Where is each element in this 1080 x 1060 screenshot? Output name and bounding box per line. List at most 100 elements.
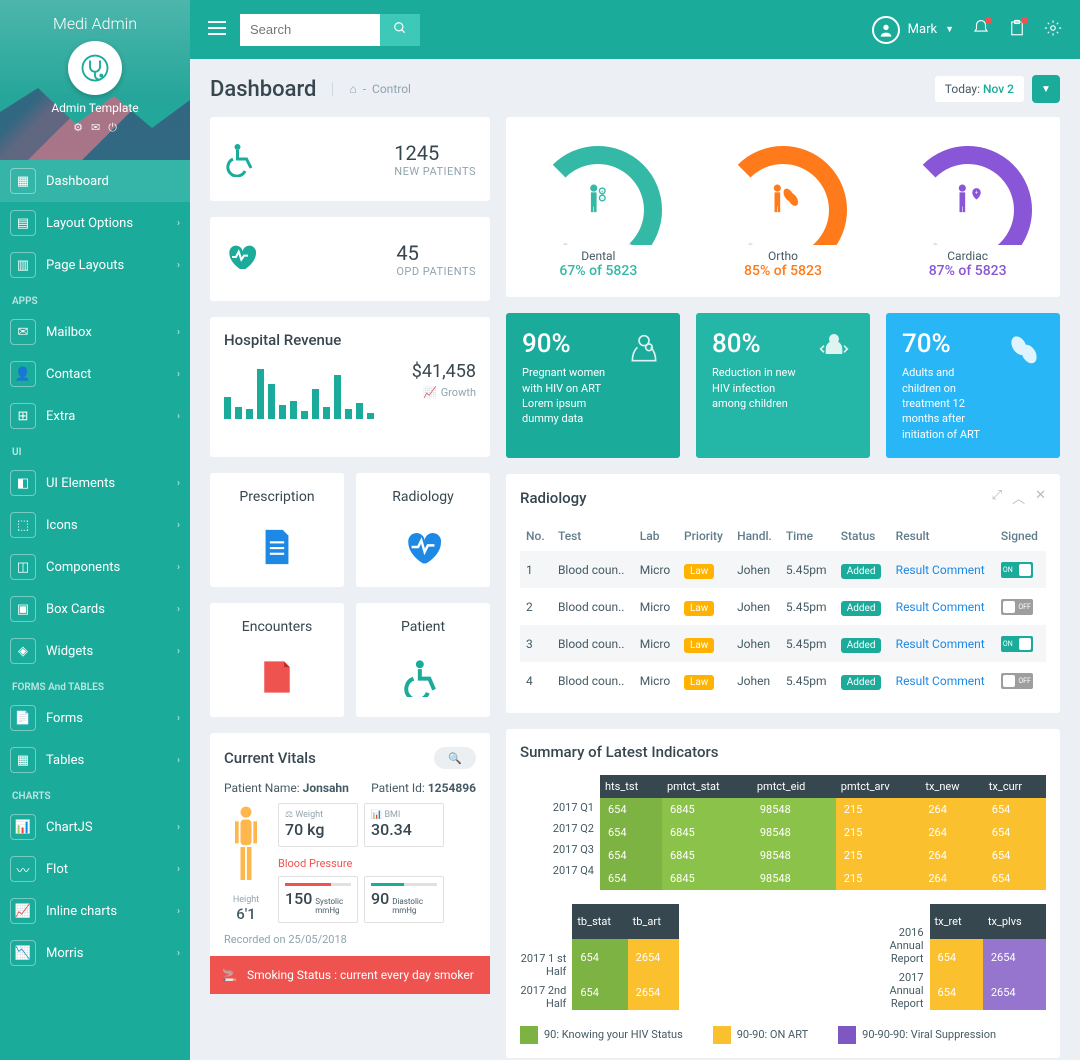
- nav-icon: ◧: [10, 470, 36, 496]
- user-name: Mark: [908, 22, 937, 37]
- nav-icon: ◫: [10, 554, 36, 580]
- stethoscope-icon: [80, 53, 110, 83]
- nav-item-contact[interactable]: 👤Contact›: [0, 353, 190, 395]
- chevron-right-icon: ›: [177, 478, 180, 489]
- power-icon[interactable]: ⏻: [108, 121, 117, 135]
- settings-icon[interactable]: [1044, 19, 1062, 41]
- wheelchair-icon: [224, 141, 260, 177]
- search-icon: [393, 21, 407, 35]
- result-link[interactable]: Result Comment: [896, 600, 985, 614]
- nav-item-box-cards[interactable]: ▣Box Cards›: [0, 588, 190, 630]
- mini-prescription[interactable]: Prescription: [210, 473, 344, 587]
- revenue-card: Hospital Revenue $41,458 📈Growth: [210, 317, 490, 457]
- result-link[interactable]: Result Comment: [896, 674, 985, 688]
- stat-new-patients: 1245NEW PATIENTS: [210, 117, 490, 201]
- breadcrumb: ⌂-Control: [332, 82, 411, 96]
- svg-text:−: −: [601, 197, 604, 202]
- signed-toggle[interactable]: ON: [1001, 636, 1033, 652]
- vitals-card: Current Vitals🔍 Patient Name: Jonsahn Pa…: [210, 733, 490, 994]
- chevron-right-icon: ›: [177, 755, 180, 766]
- expand-icon[interactable]: ⤢: [992, 488, 1002, 507]
- nav-icon: ▦: [10, 168, 36, 194]
- vitals-search[interactable]: 🔍: [434, 747, 476, 769]
- chevron-right-icon: ›: [177, 713, 180, 724]
- nav-item-layout-options[interactable]: ▤Layout Options›: [0, 202, 190, 244]
- nav-item-extra[interactable]: ⊞Extra›: [0, 395, 190, 437]
- chevron-right-icon: ›: [177, 327, 180, 338]
- chevron-down-icon: ▼: [945, 24, 954, 35]
- legend-item: 90-90-90: Viral Suppression: [838, 1026, 996, 1044]
- chevron-right-icon: ›: [177, 562, 180, 573]
- nav-icon: ▥: [10, 252, 36, 278]
- signed-toggle[interactable]: ON: [1001, 562, 1033, 578]
- avatar-title: Admin Template: [51, 101, 138, 115]
- settings-icon[interactable]: ⚙: [73, 121, 83, 135]
- nav-icon: 👤: [10, 361, 36, 387]
- mini-radiology[interactable]: Radiology: [356, 473, 490, 587]
- info-tile-0: 90%Pregnant women with HIV on ART Lorem …: [506, 313, 680, 458]
- heartbeat-icon: [224, 241, 260, 277]
- home-icon[interactable]: ⌂: [349, 82, 356, 96]
- search-input[interactable]: [240, 14, 380, 46]
- mail-icon[interactable]: ✉: [91, 121, 100, 135]
- gauge-dental: +− Dental 67% of 5823: [523, 135, 673, 279]
- nav-item-inline-charts[interactable]: 📈Inline charts›: [0, 890, 190, 932]
- search-button[interactable]: [380, 14, 420, 46]
- nav-item-widgets[interactable]: ◈Widgets›: [0, 630, 190, 672]
- notifications-icon[interactable]: [972, 19, 990, 41]
- revenue-bars: [224, 361, 412, 419]
- nav-icon: ▦: [10, 747, 36, 773]
- nav-item-ui-elements[interactable]: ◧UI Elements›: [0, 462, 190, 504]
- nav-icon: ▤: [10, 210, 36, 236]
- result-link[interactable]: Result Comment: [896, 563, 985, 577]
- nav-icon: ◈: [10, 638, 36, 664]
- nav-item-flot[interactable]: 〰Flot›: [0, 848, 190, 890]
- chevron-right-icon: ›: [177, 411, 180, 422]
- nav-item-forms[interactable]: 📄Forms›: [0, 697, 190, 739]
- nav-item-morris[interactable]: 📉Morris›: [0, 932, 190, 974]
- date-dropdown[interactable]: ▼: [1032, 75, 1060, 103]
- nav-icon: ▣: [10, 596, 36, 622]
- chevron-right-icon: ›: [177, 646, 180, 657]
- nav-icon: 〰: [10, 856, 36, 882]
- search: [240, 14, 420, 46]
- menu-toggle-icon[interactable]: [208, 21, 226, 39]
- table-row: 3Blood coun..MicroLawJohen5.45pmAddedRes…: [520, 625, 1046, 662]
- mini-encounters[interactable]: Encounters: [210, 603, 344, 717]
- info-tile-1: 80%Reduction in new HIV infection among …: [696, 313, 870, 458]
- nav-item-components[interactable]: ◫Components›: [0, 546, 190, 588]
- collapse-icon[interactable]: ︿: [1012, 488, 1025, 507]
- nav-item-mailbox[interactable]: ✉Mailbox›: [0, 311, 190, 353]
- user-avatar-icon: [872, 16, 900, 44]
- topbar: Mark ▼: [190, 0, 1080, 59]
- nav-section-ui: UI: [0, 437, 190, 462]
- user-menu[interactable]: Mark ▼: [872, 16, 954, 44]
- nav-item-tables[interactable]: ▦Tables›: [0, 739, 190, 781]
- info-tile-2: 70%Adults and children on treatment 12 m…: [886, 313, 1060, 458]
- page-title: Dashboard: [210, 77, 316, 102]
- nav-icon: ✉: [10, 319, 36, 345]
- svg-text:+: +: [975, 190, 978, 196]
- table-row: 2Blood coun..MicroLawJohen5.45pmAddedRes…: [520, 588, 1046, 625]
- avatar: [68, 41, 122, 95]
- chevron-right-icon: ›: [177, 864, 180, 875]
- mini-patient[interactable]: Patient: [356, 603, 490, 717]
- close-icon[interactable]: ✕: [1035, 488, 1046, 507]
- signed-toggle[interactable]: OFF: [1001, 599, 1033, 615]
- nav: ▦Dashboard▤Layout Options›▥Page Layouts›…: [0, 160, 190, 1060]
- result-link[interactable]: Result Comment: [896, 637, 985, 651]
- signed-toggle[interactable]: OFF: [1001, 673, 1033, 689]
- revenue-amount: $41,458: [412, 361, 476, 382]
- legend-item: 90-90: ON ART: [713, 1026, 808, 1044]
- nav-item-chartjs[interactable]: 📊ChartJS›: [0, 806, 190, 848]
- nav-item-icons[interactable]: ⬚Icons›: [0, 504, 190, 546]
- nav-item-dashboard[interactable]: ▦Dashboard: [0, 160, 190, 202]
- gauge-row: +− Dental 67% of 5823 Ortho 85% of 5823 …: [506, 117, 1060, 297]
- radiology-card: Radiology ⤢ ︿ ✕ No.TestLabPriorityHandl.…: [506, 474, 1060, 713]
- nav-item-page-layouts[interactable]: ▥Page Layouts›: [0, 244, 190, 286]
- chevron-right-icon: ›: [177, 822, 180, 833]
- table-row: 4Blood coun..MicroLawJohen5.45pmAddedRes…: [520, 662, 1046, 699]
- chevron-right-icon: ›: [177, 948, 180, 959]
- clipboard-icon[interactable]: [1008, 19, 1026, 41]
- brand: Medi Admin: [53, 14, 137, 33]
